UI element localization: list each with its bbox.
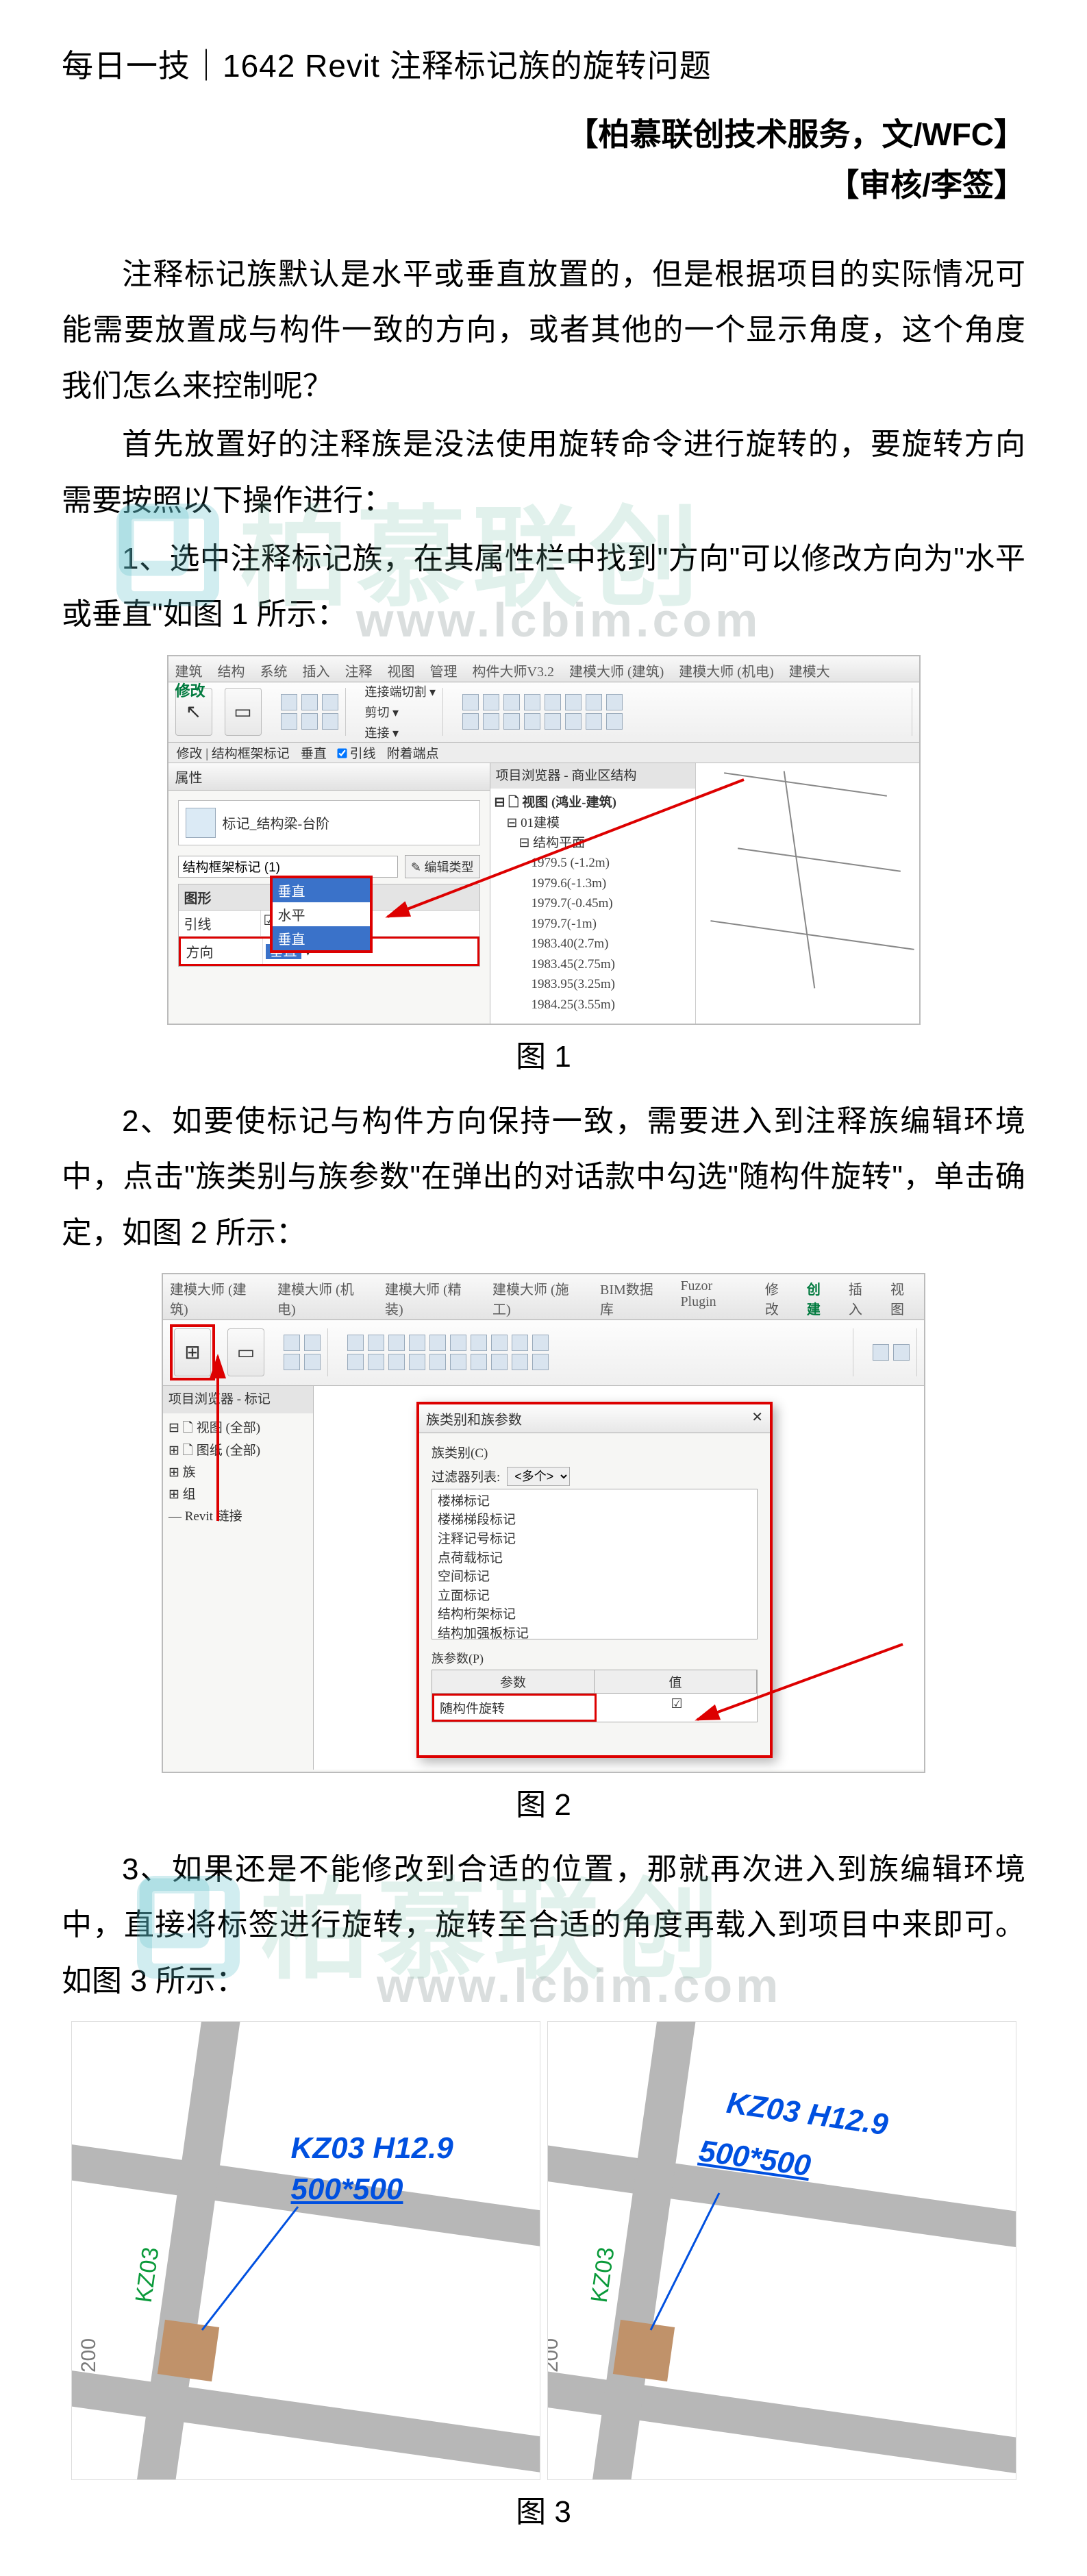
options-orient[interactable]: 垂直 xyxy=(301,743,327,762)
properties-button[interactable]: ▭ xyxy=(225,688,262,736)
ribbon-tab[interactable]: 视图 xyxy=(388,660,415,680)
ribbon-tab[interactable]: 建模大 xyxy=(789,660,830,680)
browser-title: 项目浏览器 - 标记 xyxy=(163,1386,313,1413)
clipboard-group xyxy=(274,688,346,736)
tree-level[interactable]: 1984.25(3.55m) xyxy=(532,995,691,1015)
ribbon-tab[interactable]: 建模大师 (施工) xyxy=(492,1278,585,1318)
browser-title: 项目浏览器 - 商业区结构 xyxy=(490,763,695,789)
options-bar: 修改 | 结构框架标记 垂直 引线 附着端点 xyxy=(168,743,919,763)
project-browser[interactable]: 项目浏览器 - 商业区结构 ⊟ 🗋 视图 (鸿业-建筑) ⊟ 01建模 ⊟ 结构… xyxy=(490,763,696,1024)
family-params-label: 族参数(P) xyxy=(432,1649,758,1667)
edit-type-button[interactable]: ✎ 编辑类型 xyxy=(405,855,480,878)
screenshot-2: 建模大师 (建筑) 建模大师 (机电) 建模大师 (精装) 建模大师 (施工) … xyxy=(162,1273,925,1773)
filter-select[interactable]: <多个> xyxy=(507,1467,570,1486)
canvas[interactable] xyxy=(696,763,919,1024)
ribbon-tab[interactable]: 建模大师 (建筑) xyxy=(170,1278,262,1318)
close-icon[interactable]: ✕ xyxy=(751,1409,763,1428)
ribbon-tab[interactable]: BIM数据库 xyxy=(600,1278,665,1318)
ribbon-tab[interactable]: 创建 xyxy=(807,1278,834,1318)
options-attach[interactable]: 附着端点 xyxy=(387,743,439,762)
toolbar: ↖ ▭ 连接端切割 ▾ 剪切 ▾ 连接 ▾ xyxy=(168,682,919,743)
param-leader: 引线 xyxy=(179,911,261,936)
tree-level[interactable]: 1983.95(3.25m) xyxy=(532,974,691,994)
tree-level[interactable]: 1983.40(2.7m) xyxy=(532,934,691,954)
column-id: KZ03 xyxy=(586,2246,620,2305)
ribbon-tab[interactable]: Fuzor Plugin xyxy=(680,1278,749,1318)
para-intro: 注释标记族默认是水平或垂直放置的，但是根据项目的实际情况可能需要放置成与构件一致… xyxy=(62,247,1025,414)
para-5: 3、如果还是不能修改到合适的位置，那就再次进入到族编辑环境中，直接将标签进行旋转… xyxy=(62,1842,1025,2009)
tree-level[interactable]: 1979.5 (-1.2m) xyxy=(532,853,691,873)
options-leader[interactable]: 引线 xyxy=(338,743,376,762)
rotate-checkbox[interactable]: ☑ xyxy=(597,1694,757,1722)
tag-line1-rotated: KZ03 H12.9 xyxy=(724,2086,890,2143)
ribbon-tab[interactable]: 建筑 xyxy=(175,660,203,680)
family-category-label: 族类别(C) xyxy=(432,1443,758,1461)
byline-author: 【柏慕联创技术服务，文/WFC】 xyxy=(62,110,1025,155)
caption-3: 图 3 xyxy=(62,2487,1025,2531)
ribbon-tabs: 建筑 结构 系统 插入 注释 视图 管理 构件大师V3.2 建模大师 (建筑) … xyxy=(168,656,919,682)
tree-level[interactable]: 1979.7(-1m) xyxy=(532,914,691,934)
ribbon-tab[interactable]: 构件大师V3.2 xyxy=(473,660,554,680)
geometry-group: 连接端切割 ▾ 剪切 ▾ 连接 ▾ xyxy=(358,688,444,736)
ribbon-tab[interactable]: 插入 xyxy=(849,1278,875,1318)
instance-count[interactable] xyxy=(178,856,398,878)
modify-group xyxy=(455,688,912,736)
para-4: 2、如要使标记与构件方向保持一致，需要进入到注释族编辑环境中，点击"族类别与族参… xyxy=(62,1093,1025,1261)
caption-2: 图 2 xyxy=(62,1780,1025,1824)
tag-line2: 500*500 xyxy=(291,2172,403,2207)
param-orientation: 方向 xyxy=(181,939,263,964)
ribbon-tab[interactable]: 注释 xyxy=(345,660,373,680)
dimension: 200 xyxy=(77,2338,101,2373)
column-id: KZ03 xyxy=(130,2246,164,2305)
tag-icon xyxy=(186,808,216,838)
family-param-grid: 参数值 随构件旋转 ☑ xyxy=(432,1670,758,1722)
page-title: 每日一技｜1642 Revit 注释标记族的旋转问题 xyxy=(62,41,1025,86)
dimension: 200 xyxy=(547,2338,563,2373)
tree-level[interactable]: 1979.7(-0.45m) xyxy=(532,893,691,913)
ribbon-tab[interactable]: 建模大师 (精装) xyxy=(385,1278,477,1318)
family-category-button[interactable]: ⊞ xyxy=(170,1324,215,1380)
rotate-with-component-param: 随构件旋转 xyxy=(432,1694,597,1722)
para-3: 1、选中注释标记族，在其属性栏中找到"方向"可以修改方向为"水平或垂直"如图 1… xyxy=(62,531,1025,643)
project-browser-2[interactable]: 项目浏览器 - 标记 ⊟ 🗋 视图 (全部) ⊞ 🗋 图纸 (全部) ⊞ 族 ⊞… xyxy=(163,1386,314,1770)
ribbon-tab[interactable]: 管理 xyxy=(430,660,458,680)
ribbon-tab[interactable]: 建模大师 (机电) xyxy=(277,1278,370,1318)
filter-label: 过滤器列表: xyxy=(432,1467,500,1485)
properties-header: 属性 xyxy=(168,763,490,791)
before-view: KZ03 H12.9 500*500 KZ03 200 xyxy=(71,2021,540,2480)
orientation-dropdown-open[interactable]: 垂直 水平 垂直 xyxy=(270,876,373,953)
category-list[interactable]: 楼梯标记楼梯梯段标记注释记号标记 点荷载标记空间标记立面标记 结构桁架标记结构加… xyxy=(432,1489,758,1639)
tag-line1: KZ03 H12.9 xyxy=(291,2131,453,2166)
dialog-title: 族类别和族参数 xyxy=(426,1409,522,1428)
ribbon-tab[interactable]: 结构 xyxy=(218,660,245,680)
type-selector[interactable]: 标记_结构梁-台阶 xyxy=(178,800,480,845)
para-2: 首先放置好的注释族是没法使用旋转命令进行旋转的，要旋转方向需要按照以下操作进行： xyxy=(62,417,1025,528)
ribbon-tab[interactable]: 插入 xyxy=(303,660,330,680)
ribbon-tab[interactable]: 建模大师 (机电) xyxy=(679,660,773,680)
screenshot-1: 建筑 结构 系统 插入 注释 视图 管理 构件大师V3.2 建模大师 (建筑) … xyxy=(167,655,921,1025)
properties-button[interactable]: ▭ xyxy=(227,1328,264,1376)
ribbon-tab[interactable]: 视图 xyxy=(890,1278,917,1318)
screenshot-3: KZ03 H12.9 500*500 KZ03 200 KZ03 H12.9 5… xyxy=(71,2021,1016,2480)
options-context: 修改 | 结构框架标记 xyxy=(177,743,290,762)
caption-1: 图 1 xyxy=(62,1032,1025,1076)
ribbon-tab[interactable]: 系统 xyxy=(260,660,288,680)
family-category-dialog[interactable]: 族类别和族参数 ✕ 族类别(C) 过滤器列表: <多个> 楼梯标记楼梯梯段标记注释记… xyxy=(416,1402,773,1758)
byline-review: 【审核/李签】 xyxy=(62,160,1025,206)
ribbon-tab[interactable]: 修改 xyxy=(765,1278,792,1318)
after-view: KZ03 H12.9 500*500 KZ03 200 xyxy=(547,2021,1016,2480)
toolbar2: ⊞ ▭ xyxy=(163,1320,924,1386)
tree-level[interactable]: 1983.45(2.75m) xyxy=(532,954,691,974)
ribbon2: 建模大师 (建筑) 建模大师 (机电) 建模大师 (精装) 建模大师 (施工) … xyxy=(163,1274,924,1320)
tree-level[interactable]: 1979.6(-1.3m) xyxy=(532,874,691,893)
ribbon-tab-active[interactable]: 修改 xyxy=(175,679,205,701)
ribbon-tab[interactable]: 建模大师 (建筑) xyxy=(569,660,664,680)
